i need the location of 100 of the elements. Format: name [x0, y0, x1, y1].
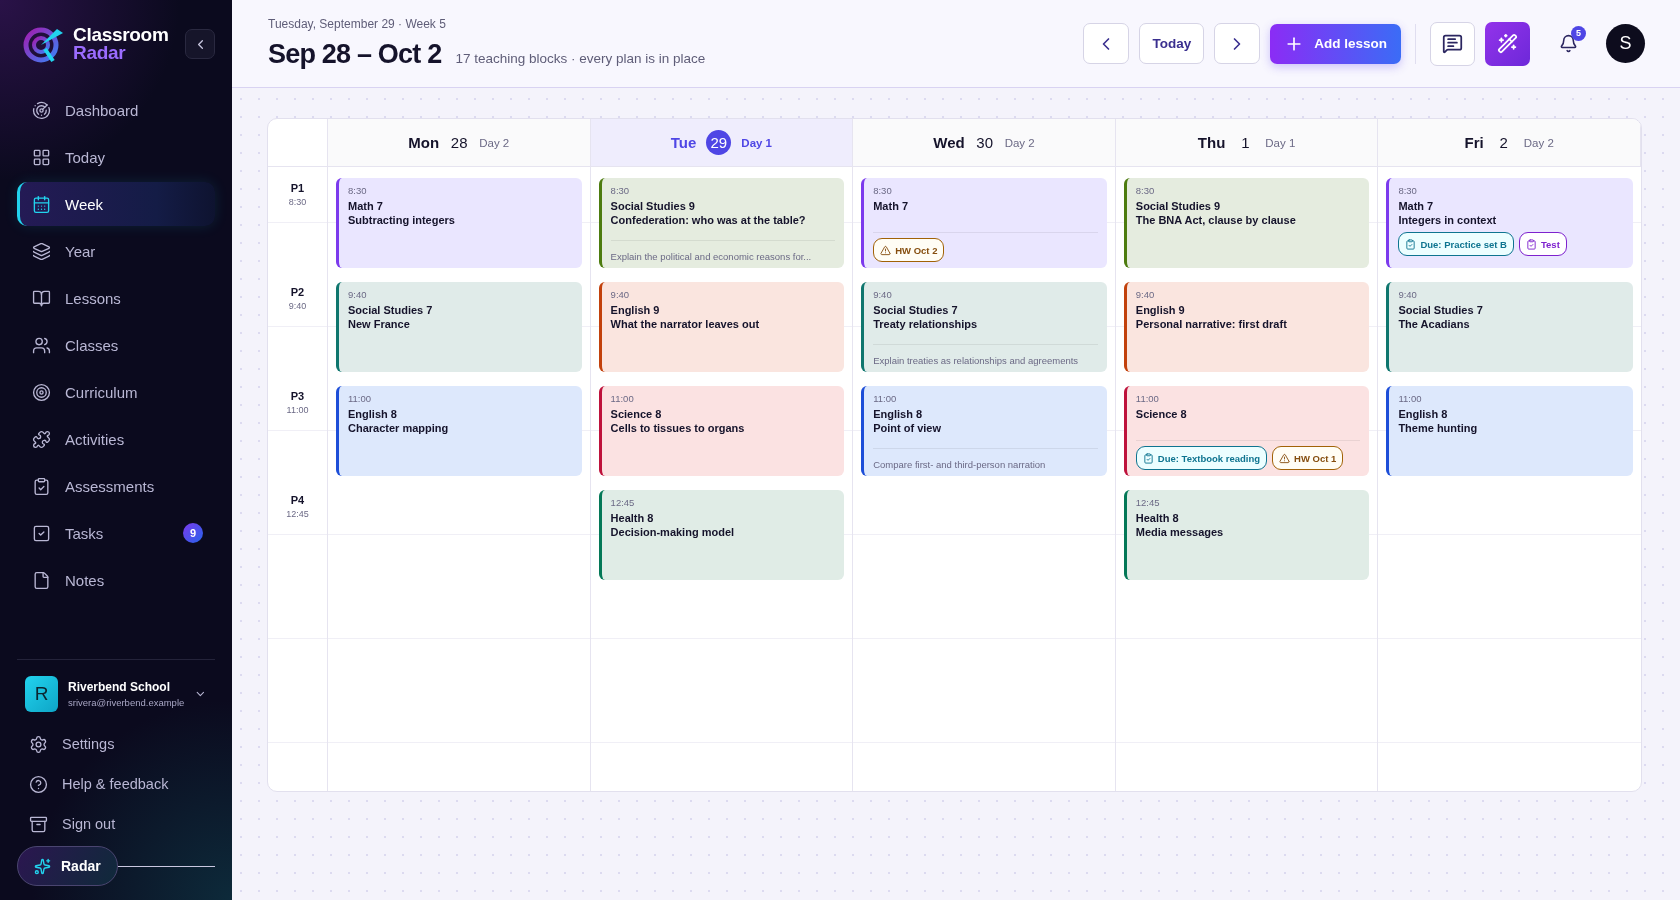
test-tag: Test	[1519, 232, 1567, 256]
day-header[interactable]: Thu 1 Day 1	[1115, 119, 1379, 167]
count-badge: 9	[183, 523, 203, 543]
magic-wand-button[interactable]	[1485, 21, 1530, 66]
lesson-time: 11:00	[1398, 393, 1423, 404]
due-tag: Due: Practice set B	[1398, 232, 1514, 256]
lesson-card[interactable]: 9:40 English 9 Personal narrative: first draft	[1123, 282, 1370, 372]
messages-button[interactable]	[1430, 21, 1475, 66]
nav-item[interactable]: Classes	[17, 323, 215, 367]
lesson-note: Compare first- and third-person narration	[873, 459, 1046, 470]
nav-item[interactable]: Notes	[17, 558, 215, 602]
lesson-course: English 8	[873, 408, 924, 421]
lesson-title: Personal narrative: first draft	[1135, 317, 1288, 331]
day-header[interactable]: Wed 30 Day 2	[853, 119, 1116, 167]
add-lesson-button[interactable]: Add lesson	[1270, 23, 1401, 64]
lesson-title: Decision-making model	[610, 525, 736, 539]
checkbox-icon	[32, 523, 51, 543]
lesson-time: 11:00	[1135, 393, 1160, 404]
cycle-day: Day 2	[1523, 136, 1554, 149]
weekday: Wed	[933, 134, 965, 151]
nav-item[interactable]: Today	[17, 135, 215, 179]
lesson-card[interactable]: 11:00 Science 8 Due: Textbook reading HW Oct 1	[1123, 386, 1370, 476]
day-number: 30	[975, 134, 994, 151]
weekday: Fri	[1464, 134, 1484, 151]
lesson-title: New France	[348, 317, 411, 331]
lesson-card[interactable]: 11:00 Science 8 Cells to tissues to organs	[598, 386, 845, 476]
lesson-time: 9:40	[873, 289, 893, 300]
day-number: 29	[706, 130, 732, 155]
period-time: 12:45	[286, 509, 309, 519]
lesson-card[interactable]: 11:00 English 8 Character mapping	[336, 386, 582, 476]
due-tag: Due: Textbook reading	[1135, 446, 1268, 470]
lesson-time: 9:40	[348, 289, 368, 300]
today-button[interactable]: Today	[1139, 23, 1205, 64]
collapse-button[interactable]	[185, 29, 215, 59]
nav-item[interactable]: Assessments	[17, 464, 215, 508]
settings-icon	[29, 734, 48, 754]
lesson-card[interactable]: 8:30 Math 7 Subtracting integers	[336, 178, 582, 268]
archive-icon	[29, 814, 48, 834]
nav-label: Activities	[65, 430, 126, 448]
nav-item[interactable]: Lessons	[17, 276, 215, 320]
lesson-card[interactable]: 9:40 Social Studies 7 Treaty relationships Explain treaties as relationships and agreements	[861, 282, 1107, 372]
layers-icon	[32, 241, 51, 261]
lesson-card[interactable]: 8:30 Math 7 Integers in context Due: Practice set B Test	[1386, 178, 1633, 268]
notifications-button[interactable]: 5	[1548, 23, 1588, 64]
nav-item[interactable]: Tasks 9	[17, 511, 215, 555]
lesson-course: Health 8	[1135, 512, 1180, 525]
lesson-course: English 9	[610, 304, 661, 317]
sidebar-link[interactable]: Settings	[17, 724, 215, 764]
lesson-card[interactable]: 9:40 English 9 What the narrator leaves out	[598, 282, 845, 372]
brand-name: Radar	[73, 44, 127, 62]
cycle-day: Day 2	[1004, 136, 1035, 149]
nav-label: Curriculum	[65, 383, 139, 401]
lesson-card[interactable]: 8:30 Math 7 HW Oct 2	[861, 178, 1107, 268]
lesson-time: 12:45	[610, 497, 636, 508]
lesson-time: 9:40	[1398, 289, 1418, 300]
magic-wand-icon	[1497, 33, 1518, 54]
day-header[interactable]: Fri 2 Day 2	[1378, 119, 1641, 167]
previous-week-button[interactable]	[1083, 23, 1130, 64]
puzzle-icon	[32, 429, 51, 449]
nav-label: Classes	[65, 336, 120, 354]
weekday: Thu	[1197, 134, 1226, 151]
sidebar-link[interactable]: Sign out	[17, 804, 215, 844]
period-label: P1	[290, 182, 305, 194]
lesson-card[interactable]: 9:40 Social Studies 7 The Acadians	[1386, 282, 1633, 372]
nav-label: Notes	[65, 571, 106, 589]
lesson-card[interactable]: 9:40 Social Studies 7 New France	[336, 282, 582, 372]
nav-item[interactable]: Dashboard	[17, 88, 215, 132]
nav-item[interactable]: Week	[17, 182, 215, 226]
warning-icon	[1279, 452, 1291, 464]
nav-item[interactable]: Activities	[17, 417, 215, 461]
lesson-card[interactable]: 12:45 Health 8 Decision-making model	[598, 490, 845, 580]
assistant-button[interactable]: Radar	[17, 846, 118, 886]
lesson-card[interactable]: 11:00 English 8 Point of view Compare first- and third-person narration	[861, 386, 1107, 476]
link-label: Help & feedback	[62, 776, 169, 792]
weekday: Mon	[408, 134, 440, 151]
lesson-course: Math 7	[348, 200, 384, 213]
week-summary: 17 teaching blocks · every plan is in place	[455, 51, 706, 66]
lesson-course: Social Studies 9	[610, 200, 696, 213]
lesson-card[interactable]: 8:30 Social Studies 9 Confederation: who was at the table? Explain the political and economic reasons for...	[598, 178, 845, 268]
period-time: 9:40	[288, 301, 307, 311]
lesson-title: Confederation: who was at the table?	[610, 213, 807, 227]
lesson-title: Treaty relationships	[873, 317, 979, 331]
clipboard-icon	[1142, 452, 1154, 464]
lesson-card[interactable]: 11:00 English 8 Theme hunting	[1386, 386, 1633, 476]
day-header[interactable]: Mon 28 Day 2	[328, 119, 591, 167]
account-switcher[interactable]: R Riverbend School srivera@riverbend.example	[17, 676, 215, 712]
lesson-card[interactable]: 12:45 Health 8 Media messages	[1123, 490, 1370, 580]
period-time: 11:00	[286, 405, 309, 415]
nav-label: Week	[65, 195, 105, 213]
clipboard-icon	[1526, 238, 1537, 250]
lesson-title: The BNA Act, clause by clause	[1135, 213, 1297, 227]
nav-item[interactable]: Curriculum	[17, 370, 215, 414]
nav-item[interactable]: Year	[17, 229, 215, 273]
sidebar-link[interactable]: Help & feedback	[17, 764, 215, 804]
user-avatar[interactable]: S	[1606, 24, 1645, 63]
lesson-time: 8:30	[610, 185, 631, 196]
day-header[interactable]: Tue 29 Day 1	[590, 119, 854, 167]
bell-icon	[1558, 34, 1578, 53]
next-week-button[interactable]	[1214, 23, 1261, 64]
lesson-card[interactable]: 8:30 Social Studies 9 The BNA Act, clause by clause	[1123, 178, 1370, 268]
